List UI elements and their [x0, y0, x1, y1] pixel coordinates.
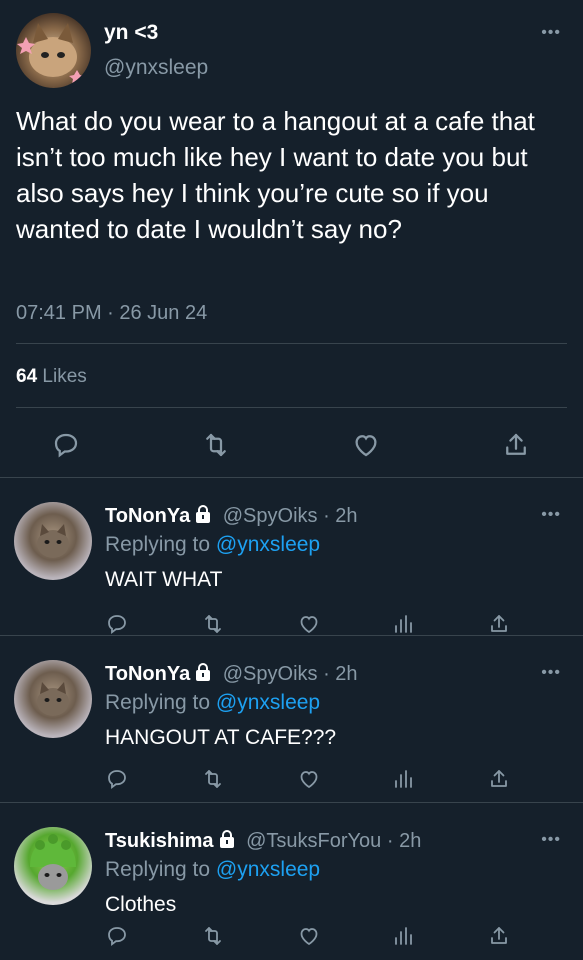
views-icon[interactable] — [391, 612, 415, 636]
mention-link[interactable]: @ynxsleep — [216, 533, 320, 556]
avatar[interactable] — [16, 13, 91, 88]
views-icon[interactable] — [391, 767, 415, 791]
lock-icon — [193, 504, 213, 524]
replying-to: Replying to @ynxsleep — [105, 691, 320, 715]
share-icon[interactable] — [487, 767, 511, 791]
avatar[interactable] — [14, 502, 92, 580]
divider — [16, 343, 567, 344]
reply-text: HANGOUT AT CAFE??? — [105, 726, 337, 749]
retweet-icon[interactable] — [201, 767, 225, 791]
display-name[interactable]: yn <3 — [104, 21, 158, 45]
heart-icon[interactable] — [351, 430, 381, 460]
retweet-icon[interactable] — [201, 924, 225, 948]
main-tweet: yn <3 @ynxsleep ••• What do you wear to … — [0, 0, 583, 478]
share-icon[interactable] — [501, 430, 531, 460]
replying-to: Replying to @ynxsleep — [105, 533, 320, 557]
reply-display-name[interactable]: ToNonYa — [105, 505, 190, 527]
reply-text: Clothes — [105, 893, 177, 916]
more-options-icon[interactable]: ••• — [541, 506, 561, 524]
replying-label: Replying to — [105, 858, 211, 881]
reply-header: Tsukishima @TsuksForYou · 2h — [105, 829, 421, 853]
reply-tweet[interactable]: ToNonYa @SpyOiks · 2h Replying to @ynxsl… — [0, 478, 583, 636]
retweet-icon[interactable] — [201, 612, 225, 636]
reply-handle[interactable]: @SpyOiks — [223, 663, 318, 685]
reply-handle[interactable]: @TsuksForYou — [246, 830, 381, 852]
reply-text: WAIT WHAT — [105, 568, 223, 591]
reply-time[interactable]: · 2h — [323, 663, 357, 685]
reply-time[interactable]: · 2h — [323, 505, 357, 527]
tweet-timestamp[interactable]: 07:41 PM · 26 Jun 24 — [16, 302, 207, 325]
reply-icon[interactable] — [51, 430, 81, 460]
tweet-text: What do you wear to a hangout at a cafe … — [16, 106, 535, 244]
reply-icon[interactable] — [105, 924, 129, 948]
avatar[interactable] — [14, 660, 92, 738]
reply-header: ToNonYa @SpyOiks · 2h — [105, 662, 358, 686]
likes-number: 64 — [16, 366, 38, 387]
reply-display-name[interactable]: Tsukishima — [105, 830, 214, 852]
views-icon[interactable] — [391, 924, 415, 948]
heart-icon[interactable] — [297, 767, 321, 791]
more-options-icon[interactable]: ••• — [541, 24, 561, 42]
retweet-icon[interactable] — [201, 430, 231, 460]
replying-label: Replying to — [105, 691, 211, 714]
reply-tweet[interactable]: ToNonYa @SpyOiks · 2h Replying to @ynxsl… — [0, 636, 583, 803]
replying-to: Replying to @ynxsleep — [105, 858, 320, 882]
replying-label: Replying to — [105, 533, 211, 556]
lock-icon — [217, 829, 237, 849]
reply-icon[interactable] — [105, 612, 129, 636]
divider — [16, 407, 567, 408]
more-options-icon[interactable]: ••• — [541, 664, 561, 682]
mention-link[interactable]: @ynxsleep — [216, 691, 320, 714]
reply-header: ToNonYa @SpyOiks · 2h — [105, 504, 358, 528]
reply-handle[interactable]: @SpyOiks — [223, 505, 318, 527]
user-handle[interactable]: @ynxsleep — [104, 56, 208, 80]
likes-label: Likes — [42, 366, 87, 387]
reply-tweet[interactable]: Tsukishima @TsuksForYou · 2h Replying to… — [0, 803, 583, 960]
avatar[interactable] — [14, 827, 92, 905]
share-icon[interactable] — [487, 612, 511, 636]
more-options-icon[interactable]: ••• — [541, 831, 561, 849]
heart-icon[interactable] — [297, 924, 321, 948]
reply-icon[interactable] — [105, 767, 129, 791]
share-icon[interactable] — [487, 924, 511, 948]
heart-icon[interactable] — [297, 612, 321, 636]
reply-time[interactable]: · 2h — [387, 830, 421, 852]
reply-display-name[interactable]: ToNonYa — [105, 663, 190, 685]
likes-count[interactable]: 64 Likes — [16, 366, 87, 388]
lock-icon — [193, 662, 213, 682]
mention-link[interactable]: @ynxsleep — [216, 858, 320, 881]
